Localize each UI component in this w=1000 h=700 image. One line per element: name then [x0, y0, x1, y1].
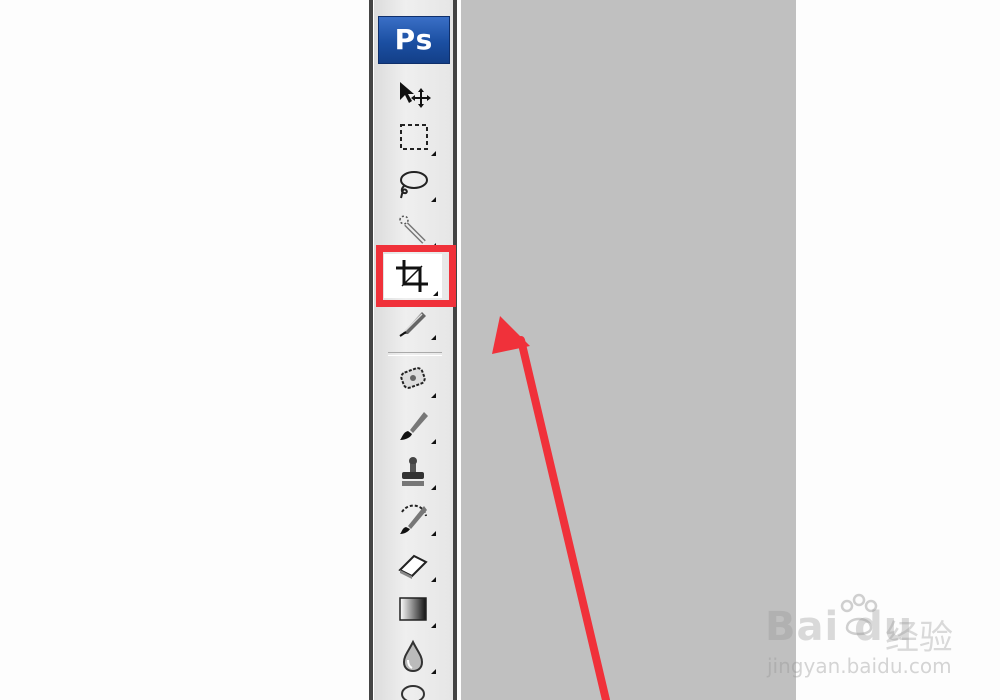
flyout-indicator: [431, 577, 436, 582]
quick-selection-icon: [399, 215, 426, 244]
blur-drop-icon: [402, 639, 424, 673]
healing-brush-tool[interactable]: [388, 360, 440, 400]
move-tool[interactable]: [388, 74, 440, 114]
tools-panel: Ps: [373, 0, 453, 700]
flyout-indicator: [431, 197, 436, 202]
gradient-tool[interactable]: [388, 590, 440, 630]
brush-tool[interactable]: [388, 406, 440, 446]
clone-stamp-icon: [402, 457, 424, 486]
screenshot: Ps Bai du 经验 jingyan.baidu.com: [0, 0, 1000, 700]
photoshop-logo[interactable]: Ps: [378, 16, 450, 64]
baidu-jingyan-watermark: Bai du 经验 jingyan.baidu.com: [765, 592, 990, 682]
gradient-icon: [399, 597, 427, 621]
dodge-tool[interactable]: [388, 680, 440, 700]
dodge-icon: [401, 685, 425, 700]
move-icon: [400, 82, 431, 108]
flyout-indicator: [431, 669, 436, 674]
slice-icon: [399, 312, 426, 337]
flyout-indicator: [431, 439, 436, 444]
history-brush-tool[interactable]: [388, 498, 440, 538]
crop-tool-highlight-box: [376, 245, 456, 307]
quick-selection-tool[interactable]: [388, 210, 440, 250]
marquee-tool[interactable]: [388, 118, 440, 158]
flyout-indicator: [431, 151, 436, 156]
lasso-icon: [400, 171, 428, 199]
eraser-icon: [398, 554, 428, 579]
flyout-indicator: [431, 485, 436, 490]
watermark-url: jingyan.baidu.com: [767, 654, 952, 678]
rectangular-marquee-icon: [400, 124, 428, 150]
history-brush-icon: [400, 504, 427, 534]
healing-brush-icon: [400, 367, 426, 389]
lasso-tool[interactable]: [388, 164, 440, 204]
flyout-indicator: [431, 393, 436, 398]
clone-stamp-tool[interactable]: [388, 452, 440, 492]
canvas-area[interactable]: [461, 0, 796, 700]
flyout-indicator: [431, 623, 436, 628]
brush-icon: [400, 412, 428, 440]
slice-tool[interactable]: [388, 302, 440, 342]
blur-tool[interactable]: [388, 636, 440, 676]
flyout-indicator: [431, 335, 436, 340]
watermark-brand-cn: 经验: [885, 618, 953, 658]
flyout-indicator: [431, 531, 436, 536]
eraser-tool[interactable]: [388, 544, 440, 584]
toolbar-separator: [388, 352, 442, 356]
